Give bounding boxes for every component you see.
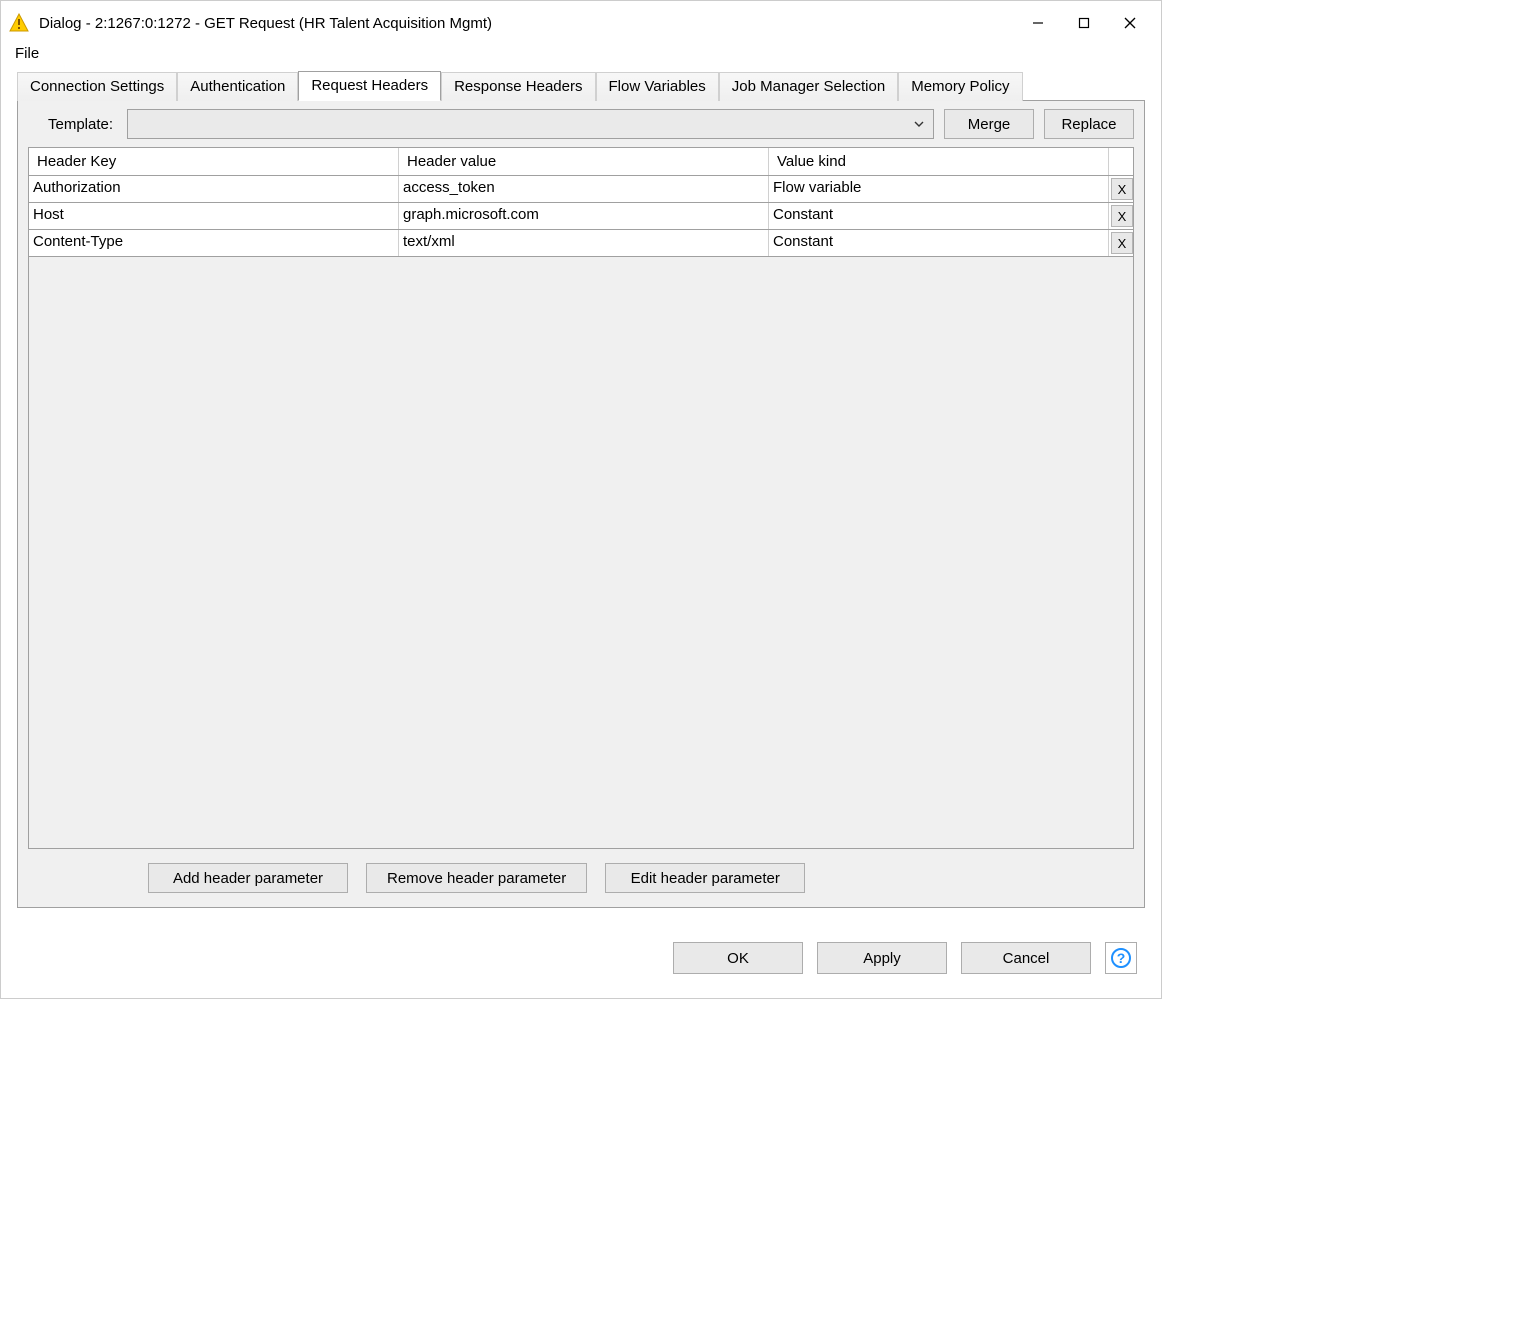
table-empty-area [29, 257, 1133, 848]
chevron-down-icon [913, 118, 925, 130]
delete-row-button[interactable]: X [1111, 178, 1133, 200]
tab-connection-settings[interactable]: Connection Settings [17, 72, 177, 101]
merge-button[interactable]: Merge [944, 109, 1034, 139]
window-controls [1015, 8, 1153, 38]
table-row[interactable]: Authorization access_token Flow variable… [29, 176, 1133, 203]
titlebar: Dialog - 2:1267:0:1272 - GET Request (HR… [1, 1, 1161, 41]
template-combobox[interactable] [127, 109, 934, 139]
tabstrip: Connection Settings Authentication Reque… [17, 71, 1145, 101]
dialog-footer: OK Apply Cancel ? [1, 908, 1161, 998]
window-title: Dialog - 2:1267:0:1272 - GET Request (HR… [39, 15, 1015, 32]
ok-button[interactable]: OK [673, 942, 803, 974]
maximize-button[interactable] [1061, 8, 1107, 38]
table-row[interactable]: Host graph.microsoft.com Constant X [29, 203, 1133, 230]
cell-key[interactable]: Content-Type [29, 230, 399, 256]
template-row: Template: Merge Replace [18, 101, 1144, 147]
add-header-button[interactable]: Add header parameter [148, 863, 348, 893]
cell-kind[interactable]: Flow variable [769, 176, 1109, 202]
template-label: Template: [28, 116, 117, 133]
help-icon: ? [1110, 947, 1132, 969]
cell-value[interactable]: access_token [399, 176, 769, 202]
cell-key[interactable]: Host [29, 203, 399, 229]
cancel-button[interactable]: Cancel [961, 942, 1091, 974]
cell-kind[interactable]: Constant [769, 230, 1109, 256]
delete-row-button[interactable]: X [1111, 205, 1133, 227]
table-row[interactable]: Content-Type text/xml Constant X [29, 230, 1133, 257]
col-header-value[interactable]: Header value [399, 148, 769, 175]
tab-memory-policy[interactable]: Memory Policy [898, 72, 1022, 101]
tab-request-headers[interactable]: Request Headers [298, 71, 441, 101]
app-icon [9, 13, 29, 33]
cell-key[interactable]: Authorization [29, 176, 399, 202]
replace-button[interactable]: Replace [1044, 109, 1134, 139]
help-button[interactable]: ? [1105, 942, 1137, 974]
cell-kind[interactable]: Constant [769, 203, 1109, 229]
col-header-kind[interactable]: Value kind [769, 148, 1109, 175]
delete-row-button[interactable]: X [1111, 232, 1133, 254]
cell-value[interactable]: graph.microsoft.com [399, 203, 769, 229]
table-header-row: Header Key Header value Value kind [29, 148, 1133, 176]
table-actions: Add header parameter Remove header param… [138, 849, 1144, 907]
table-body: Authorization access_token Flow variable… [29, 176, 1133, 257]
svg-text:?: ? [1117, 950, 1126, 966]
close-button[interactable] [1107, 8, 1153, 38]
apply-button[interactable]: Apply [817, 942, 947, 974]
cell-value[interactable]: text/xml [399, 230, 769, 256]
dialog-window: Dialog - 2:1267:0:1272 - GET Request (HR… [0, 0, 1162, 999]
tab-response-headers[interactable]: Response Headers [441, 72, 595, 101]
tab-panel-request-headers: Template: Merge Replace Header Key Heade… [17, 100, 1145, 908]
menubar: File [1, 41, 1161, 70]
col-header-key[interactable]: Header Key [29, 148, 399, 175]
tab-job-manager-selection[interactable]: Job Manager Selection [719, 72, 898, 101]
tab-authentication[interactable]: Authentication [177, 72, 298, 101]
menu-file[interactable]: File [9, 43, 45, 64]
tab-area: Connection Settings Authentication Reque… [1, 70, 1161, 908]
tab-flow-variables[interactable]: Flow Variables [596, 72, 719, 101]
minimize-button[interactable] [1015, 8, 1061, 38]
edit-header-button[interactable]: Edit header parameter [605, 863, 805, 893]
col-header-delete [1109, 148, 1133, 175]
remove-header-button[interactable]: Remove header parameter [366, 863, 587, 893]
headers-table: Header Key Header value Value kind Autho… [28, 147, 1134, 849]
